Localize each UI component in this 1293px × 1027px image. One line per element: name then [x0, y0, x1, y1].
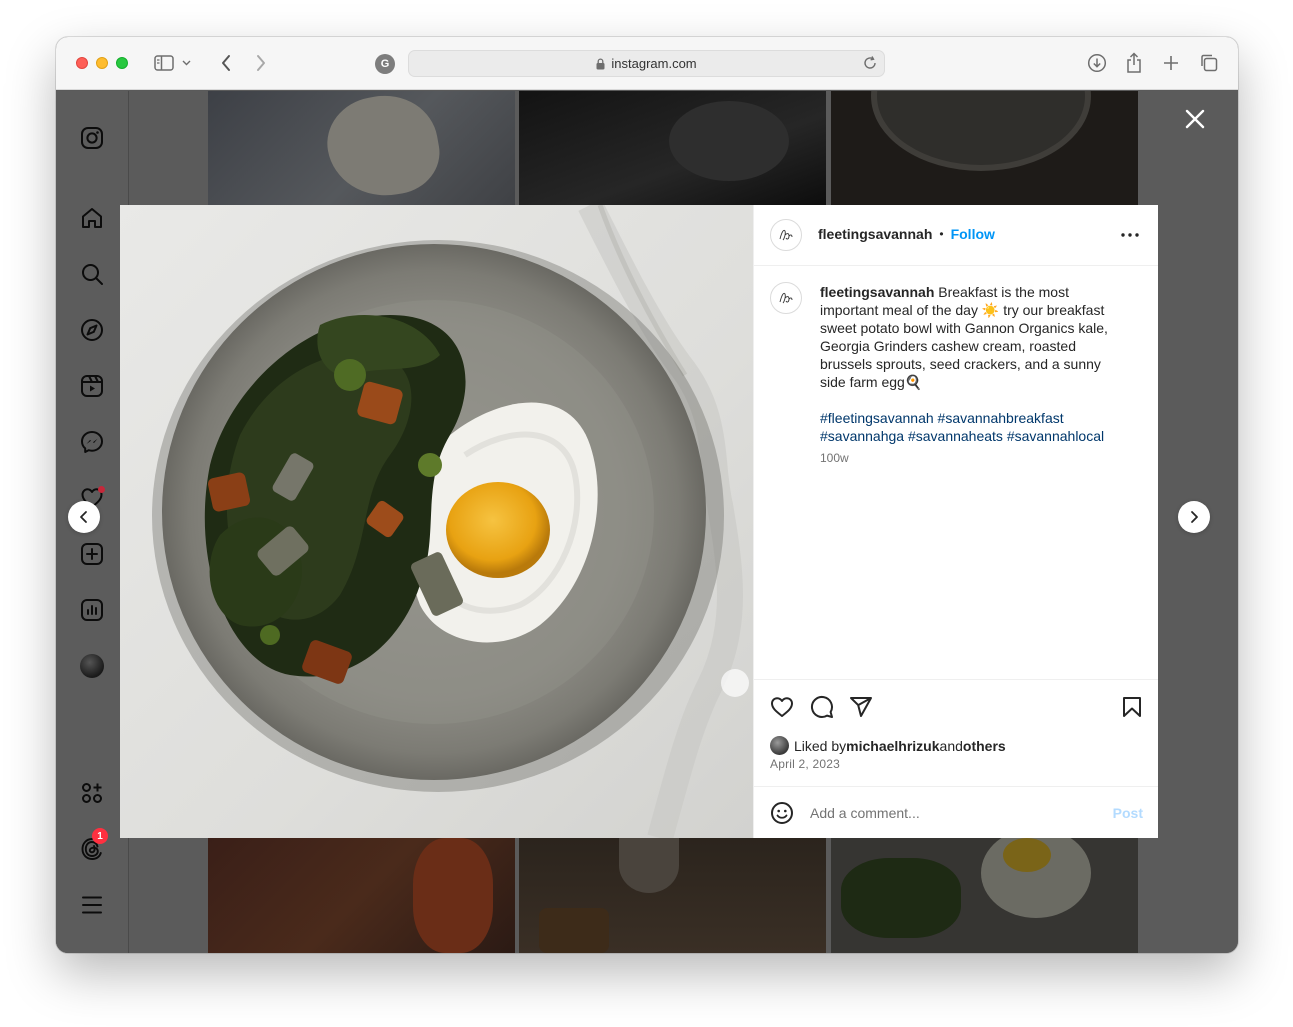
- header-separator: •: [939, 227, 944, 241]
- home-icon[interactable]: [80, 206, 104, 230]
- sun-emoji: ☀️: [981, 302, 1000, 318]
- dashboard-icon[interactable]: [80, 598, 104, 622]
- browser-toolbar: G instagram.com: [56, 37, 1238, 90]
- liked-user[interactable]: michaelhrizuk: [846, 738, 939, 754]
- search-icon[interactable]: [80, 262, 104, 286]
- close-modal-button[interactable]: [1182, 106, 1208, 132]
- tab-overview-icon[interactable]: [1197, 51, 1221, 75]
- browser-window: G instagram.com 1 fleetingsavannah • Fol…: [56, 37, 1238, 953]
- sidebar-toggle-icon[interactable]: [152, 51, 176, 75]
- comment-input[interactable]: [810, 799, 1100, 827]
- caption-avatar[interactable]: [770, 282, 802, 314]
- chevron-down-icon[interactable]: [180, 51, 192, 75]
- post-comment-button[interactable]: Post: [1113, 805, 1143, 821]
- threads-badge: 1: [92, 828, 108, 844]
- post-modal: fleetingsavannah • Follow fleetingsavann…: [120, 205, 1158, 838]
- liker-avatar[interactable]: [770, 736, 789, 755]
- new-tab-icon[interactable]: [1159, 51, 1183, 75]
- create-icon[interactable]: [80, 542, 104, 566]
- signature-logo-icon: [779, 229, 793, 241]
- follow-button[interactable]: Follow: [951, 226, 995, 242]
- forward-icon[interactable]: [249, 51, 273, 75]
- threads-icon[interactable]: 1: [80, 828, 108, 861]
- post-side-panel: fleetingsavannah • Follow fleetingsavann…: [753, 205, 1158, 838]
- download-icon[interactable]: [1085, 51, 1109, 75]
- address-bar[interactable]: instagram.com: [408, 50, 885, 77]
- save-bookmark-icon[interactable]: [1119, 694, 1145, 720]
- signature-logo-icon: [779, 292, 793, 304]
- previous-post-button[interactable]: [68, 501, 100, 533]
- explore-icon[interactable]: [80, 318, 104, 342]
- post-hashtags[interactable]: #fleetingsavannah #savannahbreakfast #sa…: [820, 409, 1130, 445]
- profile-avatar[interactable]: [80, 654, 104, 678]
- reload-icon[interactable]: [862, 55, 878, 71]
- post-date: April 2, 2023: [770, 757, 840, 771]
- author-avatar[interactable]: [770, 219, 802, 251]
- grid-post-tile[interactable]: [831, 91, 1138, 205]
- close-window-button[interactable]: [76, 57, 88, 69]
- liked-by: Liked by michaelhrizuk and others: [770, 736, 1006, 755]
- more-options-icon[interactable]: [1118, 223, 1142, 247]
- back-icon[interactable]: [214, 51, 238, 75]
- messenger-icon[interactable]: [80, 430, 104, 454]
- liked-middle: and: [939, 737, 963, 754]
- post-photo: [120, 205, 753, 838]
- caption-username[interactable]: fleetingsavannah: [820, 284, 934, 300]
- chevron-left-icon: [80, 511, 87, 523]
- post-caption: fleetingsavannah Breakfast is the most i…: [820, 283, 1130, 391]
- share-icon[interactable]: [1122, 51, 1146, 75]
- grid-post-tile[interactable]: [208, 91, 515, 205]
- lock-icon: [596, 57, 605, 70]
- site-favicon-icon[interactable]: G: [375, 54, 395, 74]
- chevron-right-icon: [1191, 511, 1198, 523]
- post-header: fleetingsavannah • Follow: [754, 205, 1158, 266]
- share-send-icon[interactable]: [848, 694, 874, 720]
- instagram-logo-icon[interactable]: [80, 126, 104, 150]
- grid-post-tile[interactable]: [831, 838, 1138, 953]
- menu-icon[interactable]: [80, 893, 104, 917]
- emoji-icon[interactable]: [770, 801, 794, 825]
- reels-icon[interactable]: [80, 374, 104, 398]
- grid-post-tile[interactable]: [208, 838, 515, 953]
- grid-post-tile[interactable]: [519, 838, 826, 953]
- liked-prefix: Liked by: [794, 737, 847, 754]
- comment-bar: Post: [754, 786, 1158, 838]
- like-icon[interactable]: [769, 694, 795, 720]
- liked-others[interactable]: others: [963, 738, 1006, 754]
- comment-icon[interactable]: [809, 694, 835, 720]
- address-url: instagram.com: [611, 56, 697, 71]
- instagram-page: 1 fleetingsavannah • Follow fleetingsava…: [56, 91, 1238, 953]
- post-image[interactable]: [120, 205, 753, 838]
- grid-post-tile[interactable]: [519, 91, 826, 205]
- minimize-window-button[interactable]: [96, 57, 108, 69]
- post-time-ago[interactable]: 100w: [820, 451, 849, 465]
- more-apps-icon[interactable]: [80, 781, 104, 805]
- notification-dot: [98, 486, 105, 493]
- egg-emoji: 🍳: [904, 374, 923, 390]
- zoom-window-button[interactable]: [116, 57, 128, 69]
- post-actions: Liked by michaelhrizuk and others April …: [754, 679, 1158, 786]
- author-username[interactable]: fleetingsavannah: [818, 226, 932, 242]
- next-post-button[interactable]: [1178, 501, 1210, 533]
